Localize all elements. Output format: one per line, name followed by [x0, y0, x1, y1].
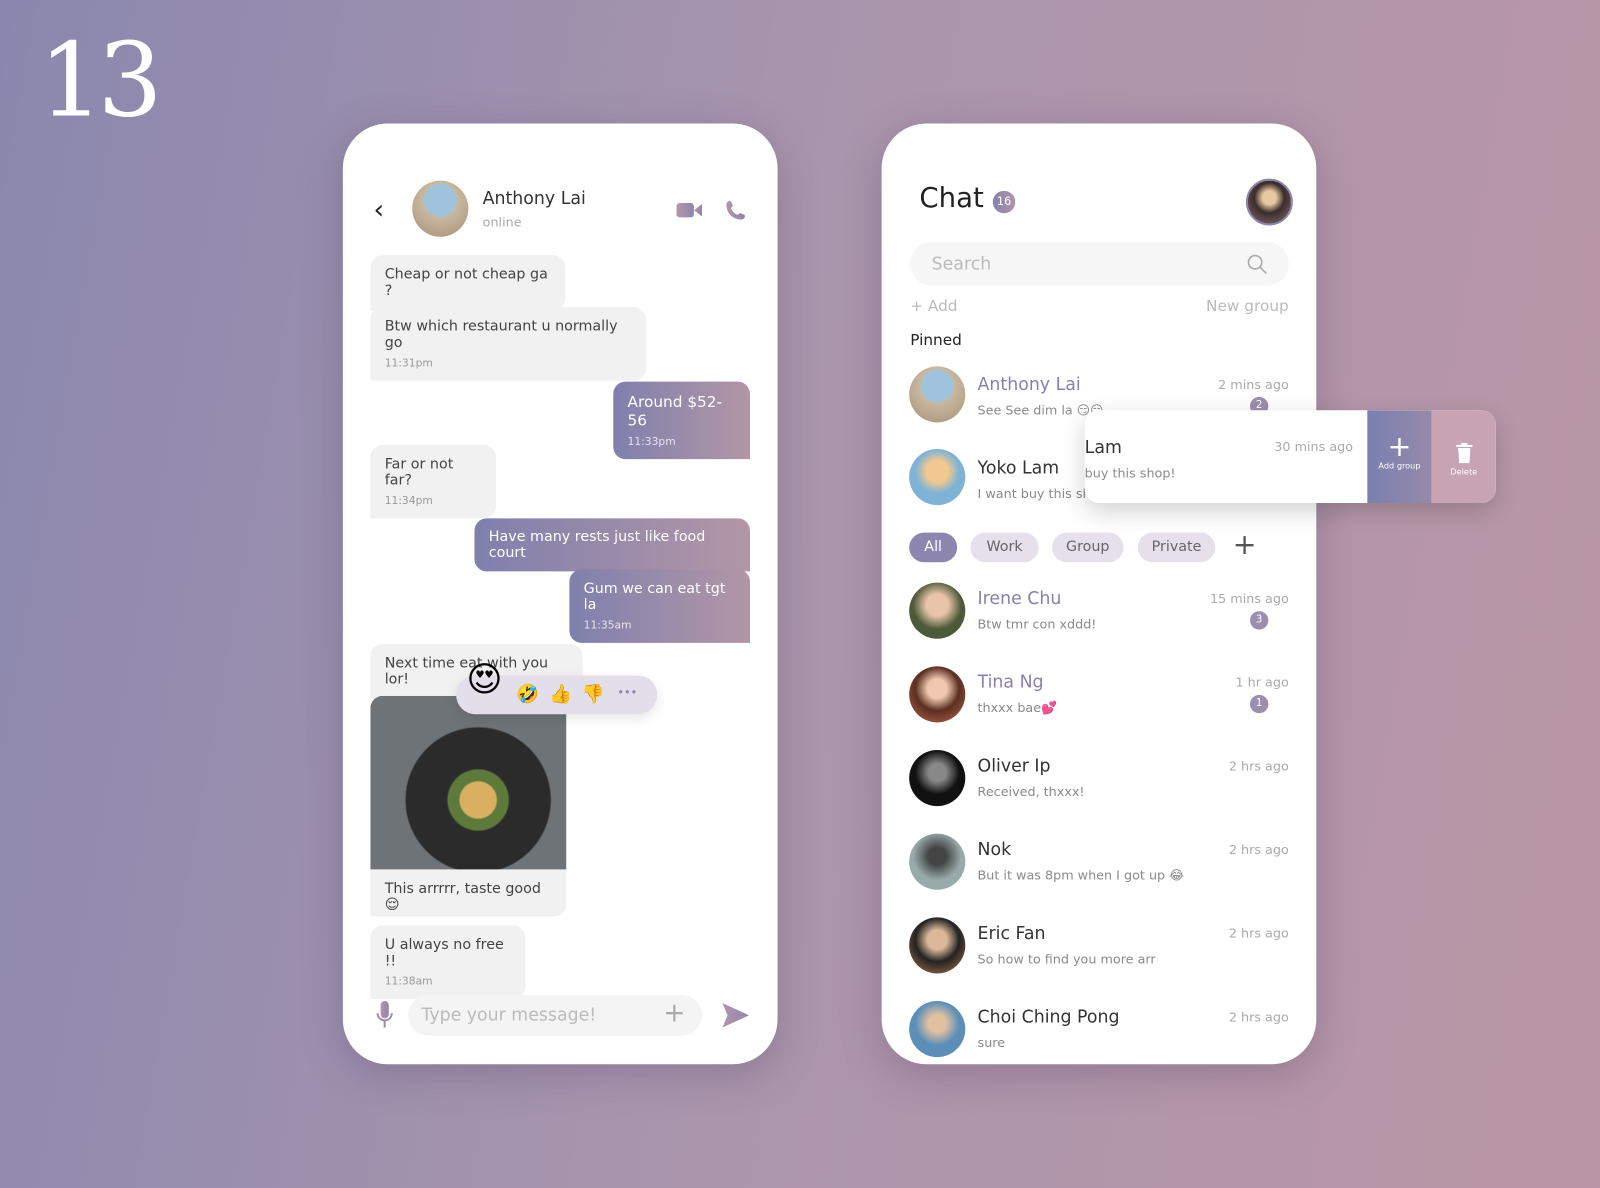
message-bubble: U always no free !! 11:38am: [370, 925, 526, 999]
search-input[interactable]: Search: [910, 241, 1289, 286]
more-reactions-icon[interactable]: •••: [617, 686, 637, 699]
message-bubble: Gum we can eat tgt la 11:35am: [569, 569, 750, 643]
chat-time: 15 mins ago: [1210, 590, 1289, 607]
chat-preview: But it was 8pm when I got up 😂: [977, 867, 1185, 883]
chat-time: 2 hrs ago: [1228, 925, 1289, 941]
chat-time: 2 hrs ago: [1228, 1009, 1289, 1025]
unread-count-badge: 16: [992, 190, 1016, 214]
delete-action[interactable]: Delete: [1431, 410, 1496, 504]
avatar: [909, 448, 966, 506]
avatar[interactable]: [412, 180, 469, 237]
add-group-action[interactable]: + Add group: [1367, 410, 1432, 504]
video-camera-icon[interactable]: [676, 201, 704, 219]
chat-name: Eric Fan: [977, 923, 1046, 944]
thumbs-down-reaction[interactable]: 👎: [582, 684, 605, 705]
chat-preview: thxxx bae💕: [977, 699, 1057, 716]
search-icon[interactable]: [1247, 254, 1267, 275]
add-button[interactable]: + Add: [910, 297, 957, 315]
food-photo[interactable]: [370, 695, 567, 870]
chat-time: 2 hrs ago: [1228, 841, 1289, 858]
avatar: [909, 366, 966, 423]
chat-list-screen: Chat 16 Search + Add New group Pinned An…: [881, 123, 1317, 1065]
chat-name: Choi Ching Pong: [977, 1007, 1120, 1028]
contact-name: Anthony Lai: [482, 188, 586, 210]
unread-badge: 3: [1249, 611, 1269, 630]
chat-name: Oliver Ip: [977, 756, 1051, 777]
avatar: [909, 833, 966, 890]
conversation-screen: ‹ Anthony Lai online Cheap or not cheap …: [342, 123, 778, 1065]
laughing-reaction[interactable]: 🤣: [516, 684, 539, 705]
filter-work[interactable]: Work: [970, 532, 1039, 563]
chat-preview: So how to find you more arr: [977, 951, 1156, 967]
pinned-label: Pinned: [910, 330, 962, 349]
message-bubble: Have many rests just like food court: [474, 518, 750, 572]
new-group-button[interactable]: New group: [1206, 297, 1289, 315]
profile-avatar[interactable]: [1245, 178, 1293, 226]
back-button[interactable]: ‹: [373, 195, 384, 226]
message-bubble: Far or not far? 11:34pm: [370, 444, 496, 519]
thumbs-up-reaction[interactable]: 👍: [549, 684, 572, 705]
chat-name: Tina Ng: [977, 672, 1044, 693]
message-bubble: Around $52-56 11:33pm: [613, 381, 750, 460]
plus-icon: +: [1387, 429, 1412, 464]
chevron-left-icon: ‹: [373, 194, 385, 226]
avatar: [909, 1001, 966, 1058]
message-bubble: Btw which restaurant u normally go 11:31p…: [370, 307, 646, 381]
unread-badge: 1: [1249, 694, 1269, 714]
filter-group[interactable]: Group: [1052, 532, 1124, 563]
chat-preview: Btw tmr con xddd!: [977, 616, 1097, 632]
message-placeholder: Type your message!: [421, 1005, 597, 1026]
chat-name: Irene Chu: [977, 588, 1062, 610]
message-input[interactable]: Type your message! +: [408, 994, 703, 1036]
chat-preview: Received, thxxx!: [977, 783, 1085, 799]
send-icon[interactable]: [722, 1003, 749, 1028]
message-bubble: Cheap or not cheap ga ?: [370, 255, 566, 311]
image-message[interactable]: This arrrrr, taste good 😌: [370, 695, 567, 917]
heart-eyes-reaction[interactable]: 😍: [466, 659, 502, 700]
trash-icon: [1455, 442, 1472, 464]
avatar: [909, 749, 966, 807]
chat-preview: sure: [977, 1034, 1006, 1050]
plus-icon[interactable]: +: [663, 998, 685, 1029]
avatar: [909, 582, 966, 639]
avatar: [909, 917, 966, 974]
page-number: 13: [38, 20, 163, 140]
chat-time: 2 hrs ago: [1228, 758, 1289, 774]
phone-icon[interactable]: [724, 199, 746, 221]
chat-name: Nok: [977, 839, 1012, 861]
filter-all[interactable]: All: [909, 532, 958, 563]
microphone-icon[interactable]: [376, 1001, 394, 1030]
avatar: [909, 666, 966, 723]
chat-title: Chat: [919, 182, 984, 215]
contact-status: online: [482, 214, 522, 230]
add-filter-plus-icon[interactable]: +: [1233, 528, 1257, 562]
filter-private[interactable]: Private: [1137, 532, 1216, 563]
chat-time: 1 hr ago: [1235, 674, 1289, 690]
reaction-bar: 😍 🤣 👍 👎 •••: [456, 659, 658, 715]
plus-icon: +: [910, 296, 928, 316]
swiped-chat-item[interactable]: Lam buy this shop! 30 mins ago + Add gro…: [1084, 410, 1496, 504]
